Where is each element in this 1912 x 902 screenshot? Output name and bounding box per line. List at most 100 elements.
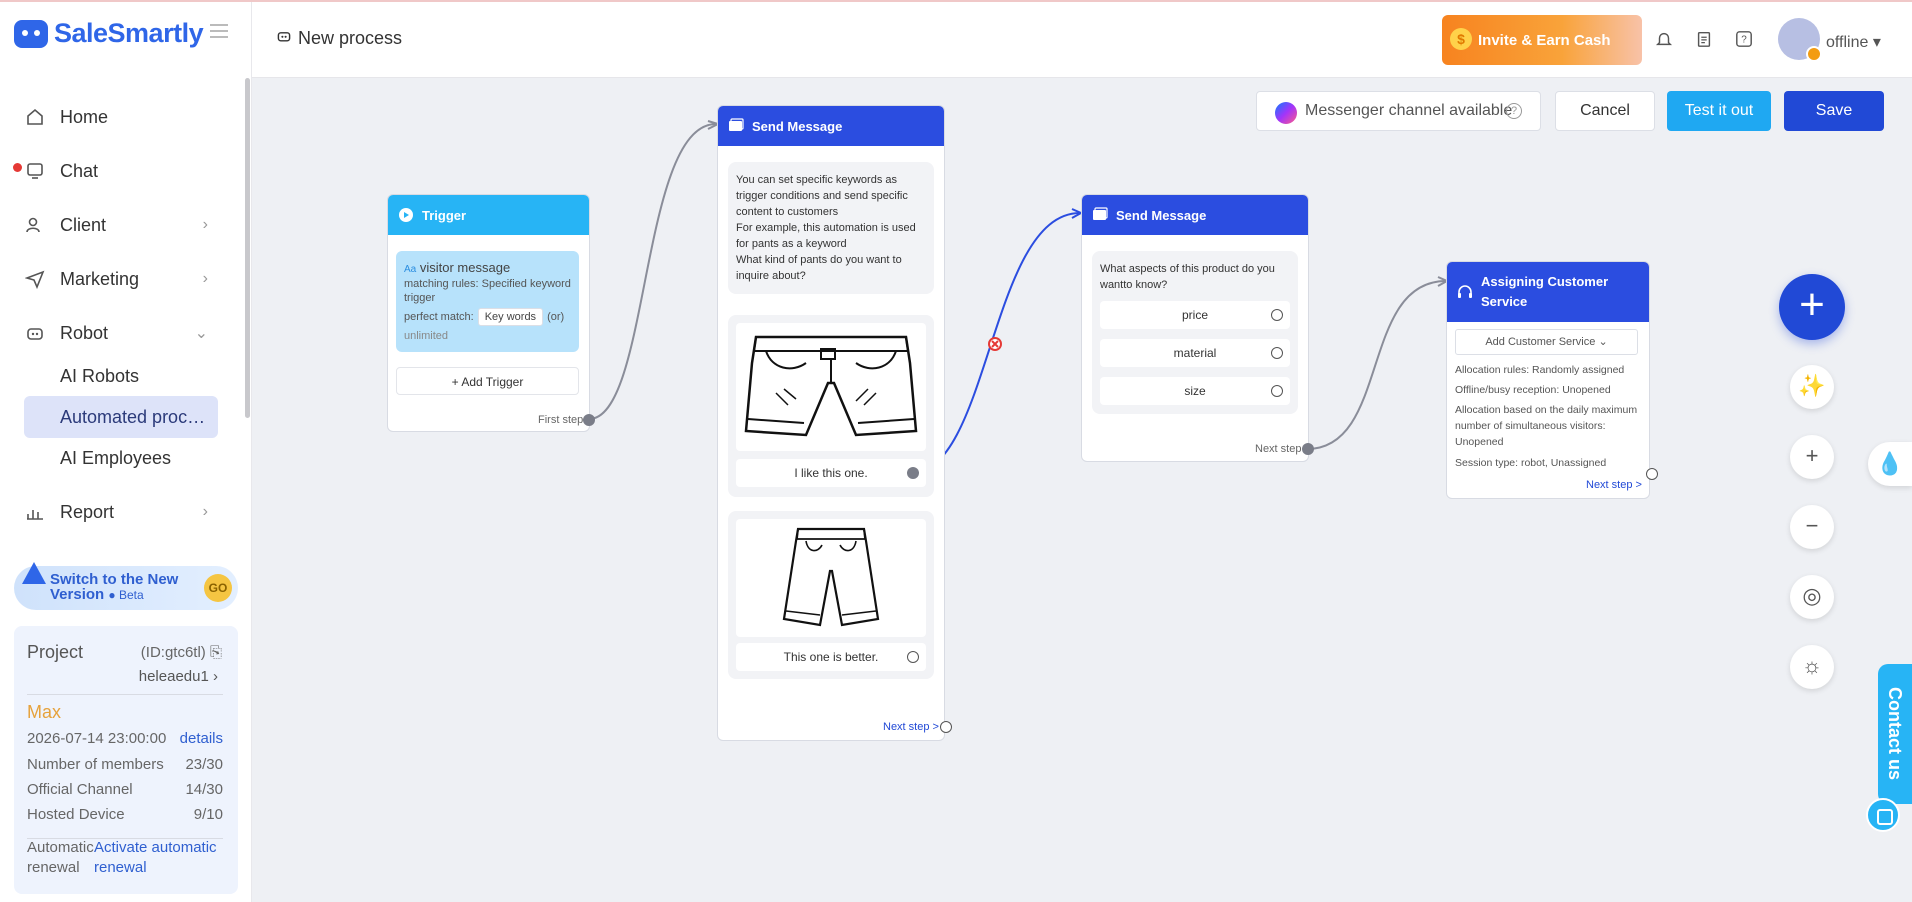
matching-rules: matching rules: Specified keyword trigge… <box>404 278 571 304</box>
output-port[interactable] <box>1271 309 1283 321</box>
option-button[interactable]: This one is better. <box>736 643 926 671</box>
menu-collapse-icon[interactable] <box>210 24 228 38</box>
copy-icon[interactable]: ⎘ <box>210 644 222 661</box>
arrow-up-icon <box>22 562 46 584</box>
card-title: Assigning Customer Service <box>1481 274 1609 309</box>
row-value: 14/30 <box>185 781 223 798</box>
question-block[interactable]: What aspects of this product do you want… <box>1092 251 1298 414</box>
assign-customer-service-card[interactable]: Assigning Customer Service Add Customer … <box>1446 261 1658 499</box>
activate-renewal-link[interactable]: Activate automatic renewal <box>94 838 224 878</box>
sidebar-item-marketing[interactable]: Marketing › <box>24 259 220 299</box>
coin-icon: GO <box>204 574 232 602</box>
sidebar-sub-automated-process[interactable]: Automated proc… <box>60 407 205 428</box>
image-option-1[interactable]: I like this one. <box>728 315 934 497</box>
image-option-2[interactable]: This one is better. <box>728 511 934 679</box>
select-text: Add Customer Service <box>1485 336 1596 348</box>
robot-icon <box>24 322 46 344</box>
output-port[interactable] <box>907 467 919 479</box>
sidebar-item-report[interactable]: Report › <box>24 492 220 532</box>
project-id-text: (ID:gtc6tl) <box>140 644 206 661</box>
plan-name: Max <box>27 702 62 722</box>
invite-earn-banner[interactable]: Invite & Earn Cash <box>1442 15 1642 65</box>
output-port[interactable] <box>1271 347 1283 359</box>
row-label: Number of members <box>27 756 164 773</box>
close-icon <box>991 340 999 348</box>
add-trigger-button[interactable]: + Add Trigger <box>396 367 579 395</box>
keyword-tag: Key words <box>477 308 544 326</box>
option-button[interactable]: material <box>1100 339 1290 367</box>
new-version-banner[interactable]: Switch to the New Version ● Beta GO <box>14 562 238 610</box>
sidebar-item-robot[interactable]: Robot ⌄ <box>24 313 220 353</box>
trigger-type: visitor message <box>419 260 511 275</box>
plan-expiry-row: 2026-07-14 23:00:00 details <box>27 730 223 747</box>
sidebar-item-label: Marketing <box>60 268 140 289</box>
trigger-condition[interactable]: Aa visitor message matching rules: Speci… <box>396 251 579 352</box>
output-port[interactable] <box>940 721 952 733</box>
offline-reception: Offline/busy reception: Unopened <box>1455 384 1611 396</box>
add-node-button[interactable]: + <box>1779 274 1845 340</box>
message-text-block[interactable]: You can set specific keywords as trigger… <box>728 162 934 294</box>
banner-line2: Version <box>50 586 105 603</box>
add-customer-service-select[interactable]: Add Customer Service ⌄ <box>1455 329 1638 355</box>
option-button[interactable]: I like this one. <box>736 459 926 487</box>
sidebar-item-home[interactable]: Home <box>24 97 220 137</box>
delete-connector-icon[interactable] <box>988 337 1002 351</box>
output-port[interactable] <box>907 651 919 663</box>
option-button[interactable]: price <box>1100 301 1290 329</box>
lightbulb-icon[interactable]: ☼ <box>1790 645 1834 689</box>
save-button[interactable]: Save <box>1784 91 1884 131</box>
caret-down-icon: ▾ <box>1872 34 1881 51</box>
status-dropdown[interactable]: offline ▾ <box>1826 32 1881 52</box>
beta-badge: ● Beta <box>108 588 144 602</box>
process-title: New process <box>276 28 402 49</box>
next-step-link[interactable]: Next step > <box>1586 479 1642 491</box>
session-type: Session type: robot, Unassigned <box>1455 457 1607 469</box>
card-title: Send Message <box>752 118 843 134</box>
renewal-label: Automatic renewal <box>27 839 94 876</box>
zoom-in-button[interactable]: + <box>1790 435 1834 479</box>
messenger-channel-indicator[interactable]: Messenger channel available ? <box>1256 91 1541 131</box>
denim-shorts-image <box>744 335 918 437</box>
chat-bubble-icon[interactable] <box>1866 798 1900 832</box>
send-message-card-1[interactable]: Send Message You can set specific keywor… <box>717 105 952 741</box>
contact-us-tab[interactable]: Contact us <box>1878 664 1912 804</box>
output-port[interactable] <box>583 414 595 426</box>
clipboard-icon[interactable] <box>1693 28 1715 50</box>
messenger-text: Messenger channel available <box>1305 102 1513 119</box>
row-label: Hosted Device <box>27 806 125 823</box>
help-icon[interactable]: ? <box>1733 28 1755 50</box>
process-title-text: New process <box>298 28 403 48</box>
project-id[interactable]: (ID:gtc6tl) ⎘ <box>141 644 222 661</box>
banner-text: Switch to the New Version ● Beta <box>50 572 200 603</box>
option-button[interactable]: size <box>1100 377 1290 405</box>
avatar[interactable] <box>1778 18 1822 62</box>
sidebar-sub-ai-employees[interactable]: AI Employees <box>60 448 171 469</box>
test-button[interactable]: Test it out <box>1667 91 1771 131</box>
send-message-card-2[interactable]: Send Message What aspects of this produc… <box>1081 194 1314 462</box>
marketing-icon <box>24 268 46 290</box>
output-port[interactable] <box>1646 468 1658 480</box>
locate-icon[interactable]: ◎ <box>1790 575 1834 619</box>
or-label: (or) <box>547 311 565 323</box>
sidebar-item-chat[interactable]: Chat <box>24 151 220 191</box>
project-user[interactable]: heleaedu1 › <box>139 668 218 685</box>
next-step-link[interactable]: Next step > <box>883 721 939 733</box>
channel-row: Official Channel 14/30 <box>27 781 223 798</box>
zoom-out-button[interactable]: − <box>1790 505 1834 549</box>
brand-logo[interactable]: SaleSmartly <box>14 18 204 49</box>
cancel-button[interactable]: Cancel <box>1555 91 1655 131</box>
play-icon <box>399 208 413 222</box>
output-port[interactable] <box>1271 385 1283 397</box>
question-text: What aspects of this product do you want… <box>1100 263 1275 291</box>
trigger-card[interactable]: Trigger Aa visitor message matching rule… <box>387 194 595 432</box>
sidebar-scrollbar[interactable] <box>245 78 250 418</box>
question-icon[interactable]: ? <box>1506 103 1522 119</box>
output-port[interactable] <box>1302 443 1314 455</box>
sidebar-item-client[interactable]: Client › <box>24 205 220 245</box>
magic-wand-icon[interactable]: ✨ <box>1790 365 1834 409</box>
sidebar-sub-ai-robots[interactable]: AI Robots <box>60 366 139 387</box>
row-value: 9/10 <box>193 806 223 823</box>
details-link[interactable]: details <box>180 730 223 747</box>
bell-icon[interactable] <box>1653 28 1675 50</box>
water-drop-icon[interactable]: 💧 <box>1868 442 1912 486</box>
